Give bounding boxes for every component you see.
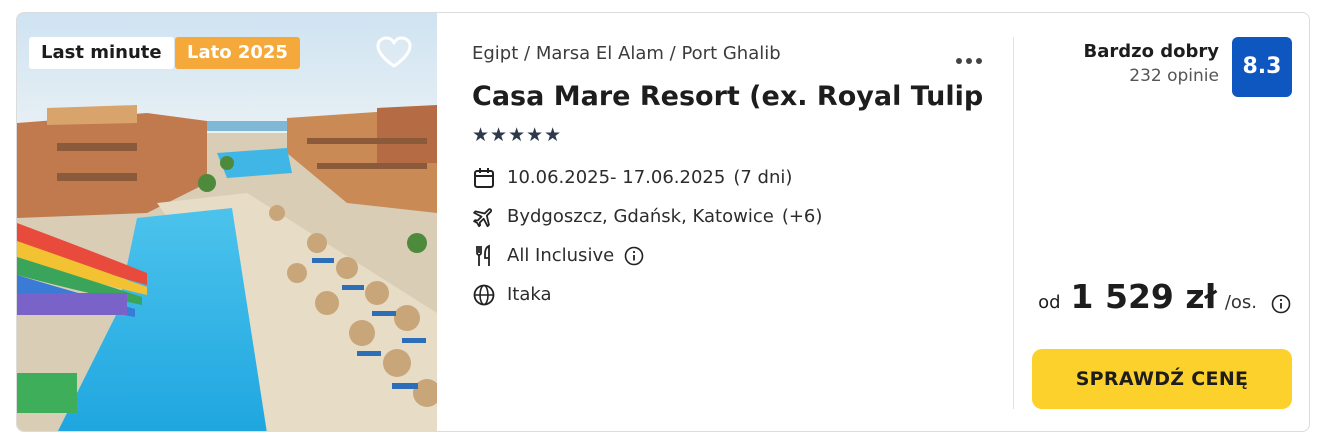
- check-price-button[interactable]: SPRAWDŹ CENĘ: [1032, 349, 1292, 409]
- column-divider: [1013, 37, 1014, 409]
- rating-score-badge: 8.3: [1232, 37, 1292, 97]
- hotel-photo[interactable]: Last minute Lato 2025: [17, 13, 437, 431]
- rating-summary: Bardzo dobry 232 opinie: [1084, 41, 1219, 86]
- more-airports-link[interactable]: (+6): [782, 206, 823, 227]
- globe-icon: [472, 283, 496, 307]
- price-prefix: od: [1038, 292, 1061, 313]
- rating-label: Bardzo dobry: [1083, 41, 1219, 62]
- board-text: All Inclusive: [507, 245, 615, 266]
- breadcrumb-region[interactable]: Marsa El Alam: [536, 43, 664, 64]
- favorite-button[interactable]: [375, 35, 413, 69]
- hotel-photo-image: [17, 13, 437, 431]
- heart-outline-icon: [376, 36, 412, 68]
- price-unit: /os.: [1224, 292, 1257, 313]
- price: od 1 529 zł/os.: [1038, 277, 1291, 316]
- breadcrumb-country[interactable]: Egipt: [472, 43, 518, 64]
- reviews-count[interactable]: 232 opinie: [1084, 66, 1219, 86]
- more-options-button[interactable]: [956, 49, 988, 64]
- plane-icon: [472, 205, 496, 229]
- season-badge: Lato 2025: [175, 37, 300, 69]
- breadcrumb-separator: /: [669, 43, 682, 64]
- cutlery-icon: [472, 244, 496, 268]
- offer-card[interactable]: Last minute Lato 2025 Egipt / Marsa El A…: [16, 12, 1310, 432]
- breadcrumb: Egipt / Marsa El Alam / Port Ghalib: [472, 43, 781, 64]
- dates-text: 10.06.2025- 17.06.2025: [507, 167, 726, 188]
- airports-row: Bydgoszcz, Gdańsk, Katowice (+6): [472, 204, 822, 230]
- board-row: All Inclusive: [472, 243, 644, 269]
- more-horizontal-icon: [956, 49, 986, 68]
- breadcrumb-separator: /: [524, 43, 536, 64]
- info-icon[interactable]: [1271, 294, 1291, 314]
- offer-details: Egipt / Marsa El Alam / Port Ghalib Casa…: [472, 13, 1002, 431]
- operator-text: Itaka: [507, 284, 552, 305]
- breadcrumb-city[interactable]: Port Ghalib: [681, 43, 780, 64]
- airports-text: Bydgoszcz, Gdańsk, Katowice: [507, 206, 774, 227]
- calendar-icon: [472, 166, 496, 190]
- hotel-title[interactable]: Casa Mare Resort (ex. Royal Tulip Be…: [472, 81, 992, 112]
- duration-text: (7 dni): [733, 167, 793, 188]
- info-icon[interactable]: [624, 246, 644, 266]
- dates-row: 10.06.2025- 17.06.2025 (7 dni): [472, 165, 792, 191]
- hotel-stars: ★★★★★: [472, 124, 563, 146]
- price-amount: 1 529 zł: [1070, 277, 1217, 316]
- last-minute-badge: Last minute: [29, 37, 174, 69]
- operator-row: Itaka: [472, 282, 552, 308]
